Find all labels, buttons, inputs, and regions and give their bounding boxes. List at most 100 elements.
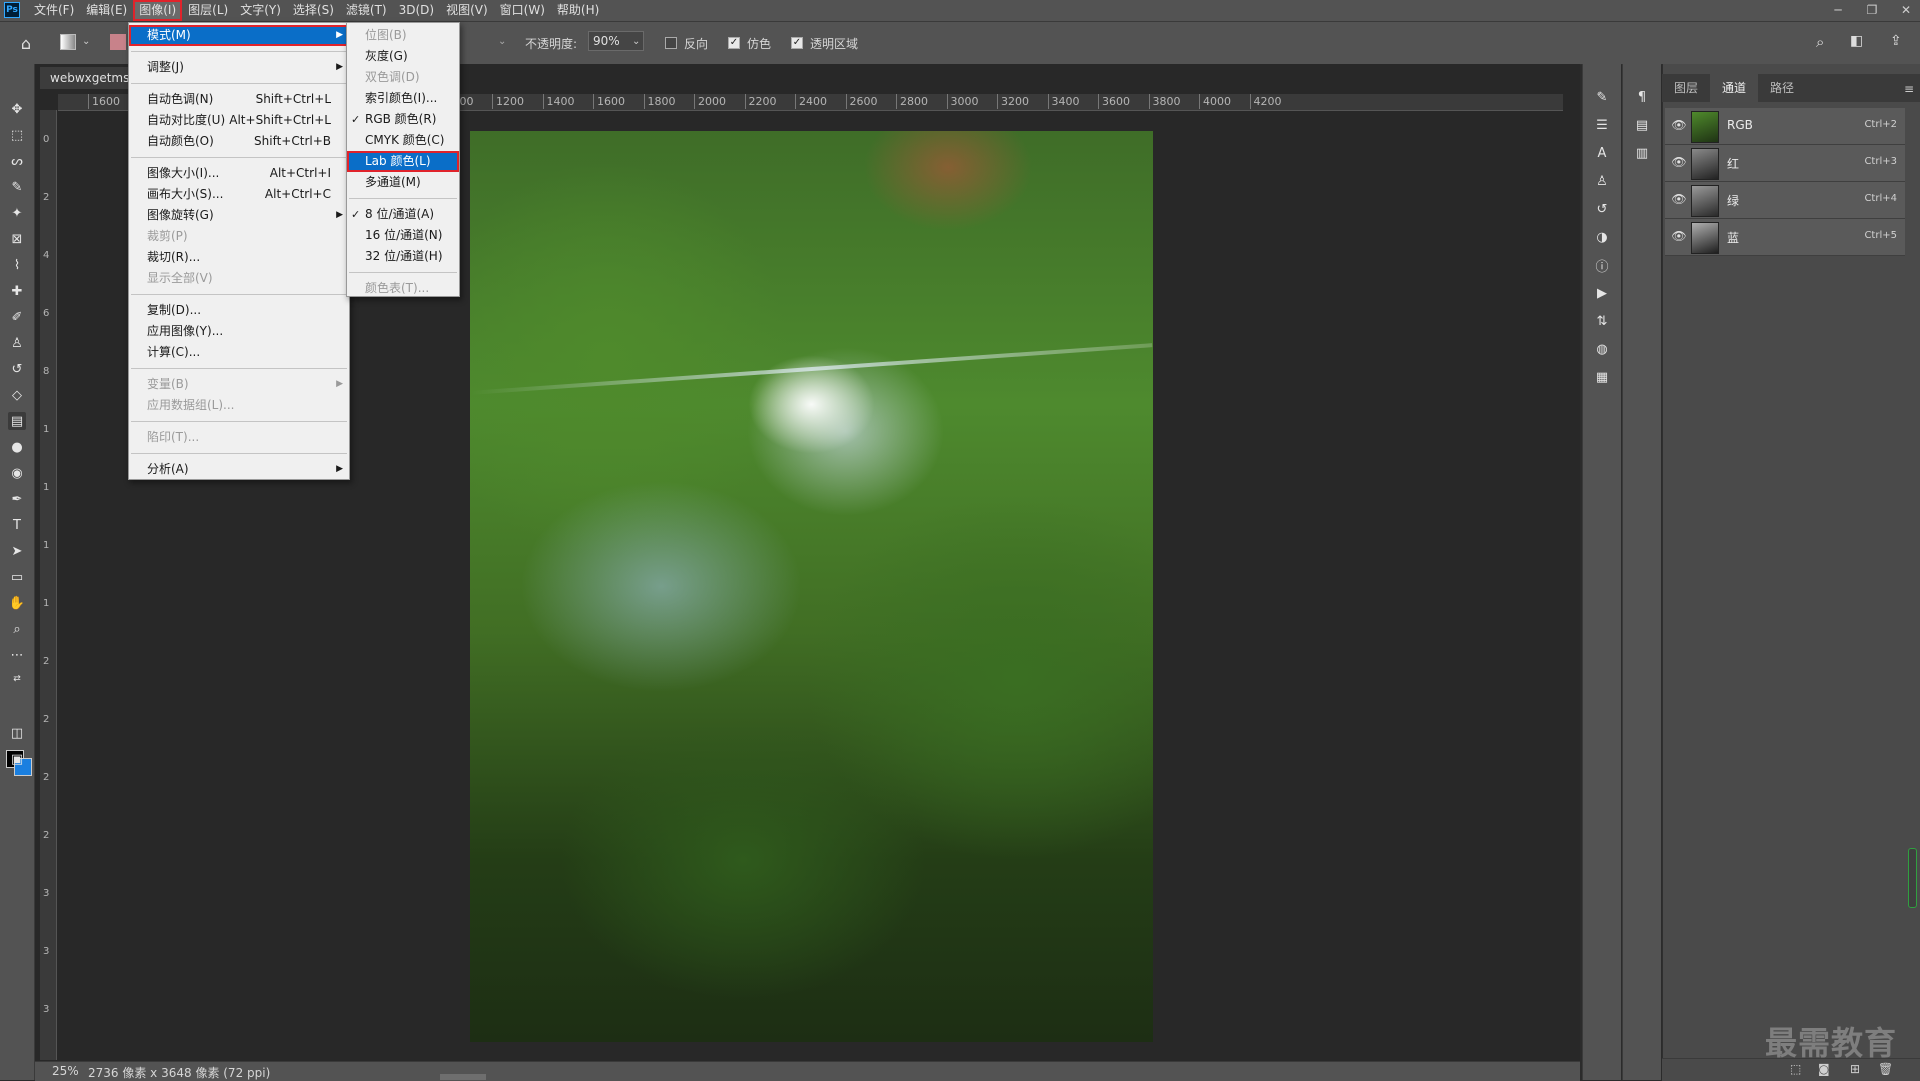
eye-icon[interactable]: 👁 [1671,154,1687,170]
menu-item[interactable]: 16 位/通道(N) [347,225,459,246]
menu-item-10[interactable]: 帮助(H) [551,0,605,21]
notes-icon[interactable]: ▥ [1633,144,1651,162]
quick-mask-icon[interactable]: ◫ [8,724,26,742]
minimize-icon[interactable]: ─ [1830,0,1846,20]
menu-item[interactable]: 32 位/通道(H) [347,246,459,267]
history-brush-tool-icon[interactable]: ↺ [8,360,26,378]
search-icon[interactable]: ⌕ [1816,33,1824,51]
panel-scroll-indicator[interactable] [1908,848,1917,908]
share-icon[interactable]: ⇪ [1890,33,1902,49]
dodge-tool-icon[interactable]: ◉ [8,464,26,482]
menu-item[interactable]: 自动色调(N) Shift+Ctrl+L [129,89,349,110]
channel-row-rgb[interactable]: 👁 RGB Ctrl+2 [1665,108,1905,145]
brush-tool-icon[interactable]: ✐ [8,308,26,326]
menu-item-8[interactable]: 视图(V) [440,0,494,21]
menu-item-5[interactable]: 选择(S) [287,0,340,21]
menu-item[interactable]: 模式(M) ▶ [129,25,349,46]
horizontal-scrollbar[interactable] [440,1074,486,1080]
channel-row-green[interactable]: 👁 绿 Ctrl+4 [1665,182,1905,219]
pen-tool-icon[interactable]: ✒ [8,490,26,508]
hand-tool-icon[interactable]: ✋ [8,594,26,612]
marquee-tool-icon[interactable]: ⬚ [8,126,26,144]
reverse-checkbox[interactable] [665,37,677,49]
path-select-tool-icon[interactable]: ➤ [8,542,26,560]
gradient-preset-icon[interactable] [60,34,76,50]
menu-item[interactable]: Lab 颜色(L) [347,151,459,172]
zoom-tool-icon[interactable]: ⌕ [8,620,26,638]
more-tools-icon[interactable]: ⋯ [8,646,26,664]
menu-item-0[interactable]: 文件(F) [28,0,80,21]
screen-mode-icon[interactable]: ▣ [8,750,26,768]
menu-item-6[interactable]: 滤镜(T) [340,0,393,21]
actions-play-icon[interactable]: ▶ [1593,284,1611,302]
menu-item[interactable]: 自动颜色(O) Shift+Ctrl+B [129,131,349,152]
menu-item[interactable]: 调整(J) ▶ [129,57,349,78]
quick-select-tool-icon[interactable]: ✎ [8,178,26,196]
workspace-icon[interactable]: ◧ [1850,33,1863,49]
adjustments-icon[interactable]: ☰ [1593,116,1611,134]
lasso-tool-icon[interactable]: ᔕ [8,152,26,170]
menu-item[interactable]: 计算(C)... [129,342,349,363]
eye-icon[interactable]: 👁 [1671,228,1687,244]
menu-item-1[interactable]: 编辑(E) [80,0,133,21]
info-icon[interactable]: ⓘ [1593,256,1611,275]
transparency-checkbox[interactable]: ✓ [791,37,803,49]
mode-dropdown-chevron-icon[interactable]: ⌄ [498,36,506,47]
opacity-chevron-icon[interactable]: ⌄ [632,36,640,47]
eyedropper-tool-icon[interactable]: ⌇ [8,256,26,274]
healing-tool-icon[interactable]: ✚ [8,282,26,300]
menu-item[interactable]: 灰度(G) [347,46,459,67]
gradient-tool-icon[interactable]: ▤ [8,412,26,430]
home-icon[interactable]: ⌂ [16,34,36,53]
menu-item[interactable]: 图像大小(I)... Alt+Ctrl+I [129,163,349,184]
frame-tool-icon[interactable]: ⊠ [8,230,26,248]
menu-item[interactable]: 图像旋转(G) ▶ [129,205,349,226]
restore-icon[interactable]: ❐ [1864,0,1880,20]
styles-icon[interactable]: ▤ [1633,116,1651,134]
trash-icon[interactable]: 🗑 [1878,1062,1893,1076]
new-channel-icon[interactable]: ⊞ [1850,1062,1860,1076]
menu-item[interactable]: 索引颜色(I)... [347,88,459,109]
menu-item[interactable]: CMYK 颜色(C) [347,130,459,151]
document-tab[interactable]: webwxgetms [40,67,130,89]
menu-item[interactable]: 裁切(R)... [129,247,349,268]
zoom-level[interactable]: 25% [52,1064,79,1078]
eye-icon[interactable]: 👁 [1671,191,1687,207]
menu-item-9[interactable]: 窗口(W) [494,0,551,21]
menu-item[interactable]: 复制(D)... [129,300,349,321]
character-icon[interactable]: A [1593,144,1611,162]
swap-colors-icon[interactable]: ⇄ [8,670,26,688]
menu-item-7[interactable]: 3D(D) [393,0,440,21]
menu-item[interactable]: 多通道(M) [347,172,459,193]
panel-menu-icon[interactable]: ≡ [1904,82,1914,96]
menu-item[interactable]: 分析(A) ▶ [129,459,349,480]
dither-checkbox[interactable]: ✓ [728,37,740,49]
menu-item-2[interactable]: 图像(I) [133,0,183,21]
color-icon[interactable]: ◑ [1593,228,1611,246]
history-icon[interactable]: ↺ [1593,200,1611,218]
type-tool-icon[interactable]: T [8,516,26,534]
load-selection-icon[interactable]: ⬚ [1790,1062,1801,1076]
table-icon[interactable]: ▦ [1593,368,1611,386]
blur-tool-icon[interactable]: ● [8,438,26,456]
canvas-photo[interactable] [470,131,1153,1042]
paragraph-icon[interactable]: ¶ [1633,88,1651,106]
menu-item-4[interactable]: 文字(Y) [234,0,287,21]
save-selection-icon[interactable]: ◙ [1818,1062,1830,1076]
clone-source-icon[interactable]: ♙ [1593,172,1611,190]
swatches-icon[interactable]: ◍ [1593,340,1611,358]
chevron-down-icon[interactable]: ⌄ [82,36,90,47]
menu-item-3[interactable]: 图层(L) [182,0,234,21]
stamp-tool-icon[interactable]: ♙ [8,334,26,352]
menu-item[interactable]: 应用图像(Y)... [129,321,349,342]
eraser-tool-icon[interactable]: ◇ [8,386,26,404]
menu-item[interactable]: 自动对比度(U) Alt+Shift+Ctrl+L [129,110,349,131]
magic-wand-tool-icon[interactable]: ✦ [8,204,26,222]
close-icon[interactable]: ✕ [1898,0,1914,20]
rectangle-tool-icon[interactable]: ▭ [8,568,26,586]
menu-item[interactable]: 画布大小(S)... Alt+Ctrl+C [129,184,349,205]
menu-item[interactable]: ✓ 8 位/通道(A) [347,204,459,225]
menu-item[interactable]: ✓ RGB 颜色(R) [347,109,459,130]
tab-paths[interactable]: 路径 [1758,74,1806,102]
properties-icon[interactable]: ⇅ [1593,312,1611,330]
